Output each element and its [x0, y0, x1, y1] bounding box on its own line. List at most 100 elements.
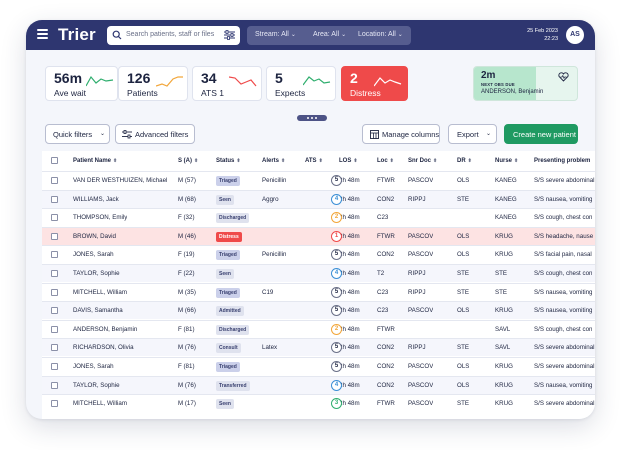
stream-filter[interactable]: Stream: All ⌄: [255, 31, 296, 38]
collapse-handle[interactable]: [297, 115, 327, 121]
row-checkbox[interactable]: [51, 251, 58, 259]
status-badge: Consult: [216, 343, 241, 354]
table-row[interactable]: WILLIAMS, Jack M (68) Aggro 2h 48m CON2 RIPPJ…: [42, 189, 595, 208]
advanced-filters-button[interactable]: Advanced filters: [115, 124, 195, 144]
cell-snr: PASCOV: [408, 251, 434, 259]
sort-icon: ⬍: [113, 158, 118, 164]
column-header[interactable]: Snr Doc ⬍: [408, 158, 437, 164]
table-row[interactable]: VAN DER WESTHUIZEN, Michael M (57) Penicil…: [42, 171, 595, 189]
stat-card-patients[interactable]: 126 Patients: [118, 66, 188, 101]
table-row[interactable]: JONES, Sarah F (81) 2h 48m CON2 PASCOV OLS KRU…: [42, 357, 595, 375]
table-row[interactable]: JONES, Sarah F (19) Penicillin 2h 48m CON2 PA…: [42, 245, 595, 263]
row-checkbox[interactable]: [51, 232, 58, 240]
column-header-label: DR: [457, 158, 466, 164]
quick-filters-button[interactable]: Quick filters ⌄: [45, 124, 110, 144]
ats-badge: 1: [331, 230, 342, 242]
row-checkbox[interactable]: [51, 195, 58, 203]
row-checkbox[interactable]: [51, 363, 58, 370]
area-filter-label: Area: All: [313, 31, 340, 38]
user-avatar[interactable]: AS: [566, 26, 584, 44]
cell-sa: F (32): [178, 214, 195, 222]
table-row[interactable]: DAVIS, Samantha M (66) 2h 48m C23 PASCOV OLS K…: [42, 301, 595, 320]
search-input[interactable]: Search patients, staff or files: [107, 26, 240, 45]
column-header[interactable]: LOS ⬍: [339, 158, 358, 164]
column-header[interactable]: Patient Name ⬍: [73, 158, 117, 164]
table-row[interactable]: BROWN, David M (46) 2h 48m FTWR PASCOV OLS KRU…: [42, 226, 595, 245]
chevron-down-icon: ⌄: [397, 32, 403, 38]
cell-nurse: KRUG: [495, 232, 513, 240]
cell-problem: S/S headache, nause: [534, 232, 594, 240]
stat-card-expects[interactable]: 5 Expects: [266, 66, 336, 101]
cell-snr: RIPPJ: [408, 288, 426, 296]
stat-value: 126: [127, 70, 151, 86]
cell-problem: S/S nausea, vomiting: [534, 307, 593, 315]
column-header[interactable]: Presenting problem: [534, 158, 590, 164]
cell-name: TAYLOR, Sophie: [73, 270, 120, 277]
create-new-patient-button[interactable]: Create new patient: [504, 124, 578, 144]
create-new-patient-label: Create new patient: [513, 130, 576, 139]
row-checkbox[interactable]: [51, 214, 58, 222]
trend-sparkline-icon: [303, 76, 331, 86]
row-checkbox[interactable]: [51, 344, 58, 352]
column-header[interactable]: DR ⬍: [457, 158, 472, 164]
location-filter[interactable]: Location: All ⌄: [358, 31, 403, 38]
column-header[interactable]: Loc ⬍: [377, 158, 394, 164]
column-header[interactable]: S (A) ⬍: [178, 158, 198, 164]
column-header[interactable]: ATS ⬍: [305, 158, 323, 164]
cell-sa: F (22): [178, 270, 195, 277]
next-obs-label: NEXT OBS DUE: [481, 82, 515, 87]
row-checkbox[interactable]: [51, 270, 58, 277]
table-row[interactable]: ANDERSON, Benjamin F (81) 2h 48m FTWR SAVL S/…: [42, 319, 595, 338]
search-placeholder: Search patients, staff or files: [126, 31, 215, 38]
cell-loc: FTWR: [377, 325, 395, 333]
stat-card-distress[interactable]: 2 Distress: [341, 66, 408, 101]
table-row[interactable]: MITCHELL, William M (35) C19 2h 48m C23 RIPPJ…: [42, 282, 595, 301]
cell-alerts: Latex: [262, 344, 278, 352]
column-header-label: Snr Doc: [408, 158, 432, 164]
area-filter[interactable]: Area: All ⌄: [313, 31, 346, 38]
stat-card-ave-wait[interactable]: 56m Ave wait: [45, 66, 118, 101]
cell-dr: OLS: [457, 232, 470, 240]
table-row[interactable]: TAYLOR, Sophie F (22) 2h 48m T2 RIPPJ STE STE S…: [42, 264, 595, 282]
row-checkbox[interactable]: [51, 400, 58, 408]
select-all-checkbox[interactable]: [51, 157, 58, 164]
table-row[interactable]: THOMPSON, Emily F (32) 2h 48m C23 KANEG S/S c…: [42, 208, 595, 226]
table-row[interactable]: RICHARDSON, Olivia M (76) Latex 2h 48m CON2 R…: [42, 338, 595, 357]
status-badge: Seen: [216, 269, 234, 279]
stat-label: Distress: [350, 88, 381, 98]
trend-sparkline-icon: [156, 76, 183, 87]
cell-los: 2h 48m: [339, 325, 360, 333]
status-badge: Triaged: [216, 362, 240, 372]
chevron-down-icon: ⌄: [290, 32, 296, 38]
column-header[interactable]: Nurse ⬍: [495, 158, 518, 164]
row-checkbox[interactable]: [51, 325, 58, 333]
cell-loc: CON2: [377, 195, 395, 203]
column-header[interactable]: Status ⬍: [216, 158, 241, 164]
cell-sa: M (76): [178, 344, 196, 352]
ats-badge: 4: [331, 193, 342, 205]
row-checkbox[interactable]: [51, 307, 58, 315]
row-checkbox[interactable]: [51, 177, 58, 184]
menu-icon[interactable]: [37, 29, 48, 39]
cell-problem: S/S severe abdominal: [534, 177, 595, 184]
stat-card-ats1[interactable]: 34 ATS 1: [192, 66, 262, 101]
cell-name: TAYLOR, Sophie: [73, 381, 120, 389]
next-obs-due-card[interactable]: 2m NEXT OBS DUE ANDERSON, Benjamin: [473, 66, 578, 101]
sort-icon: ⬍: [389, 158, 394, 164]
cell-dr: OLS: [457, 251, 470, 259]
status-badge: Discharged: [216, 324, 250, 335]
cell-loc: CON2: [377, 363, 395, 370]
cell-los: 2h 48m: [339, 363, 360, 370]
row-checkbox[interactable]: [51, 381, 58, 389]
export-button[interactable]: Export ⌄: [448, 124, 497, 144]
manage-columns-button[interactable]: Manage columns: [362, 124, 440, 144]
advanced-filters-label: Advanced filters: [135, 130, 189, 139]
cell-loc: CON2: [377, 344, 395, 352]
table-row[interactable]: TAYLOR, Sophie M (76) 2h 48m CON2 PASCOV OLS K…: [42, 375, 595, 394]
row-checkbox[interactable]: [51, 288, 58, 296]
cell-alerts: Penicillin: [262, 251, 287, 259]
cell-nurse: STE: [495, 270, 508, 277]
table-row[interactable]: MITCHELL, William M (17) 2h 48m FTWR PASCOV S…: [42, 394, 595, 412]
column-header[interactable]: Alerts ⬍: [262, 158, 285, 164]
filter-sliders-icon[interactable]: [224, 30, 235, 40]
